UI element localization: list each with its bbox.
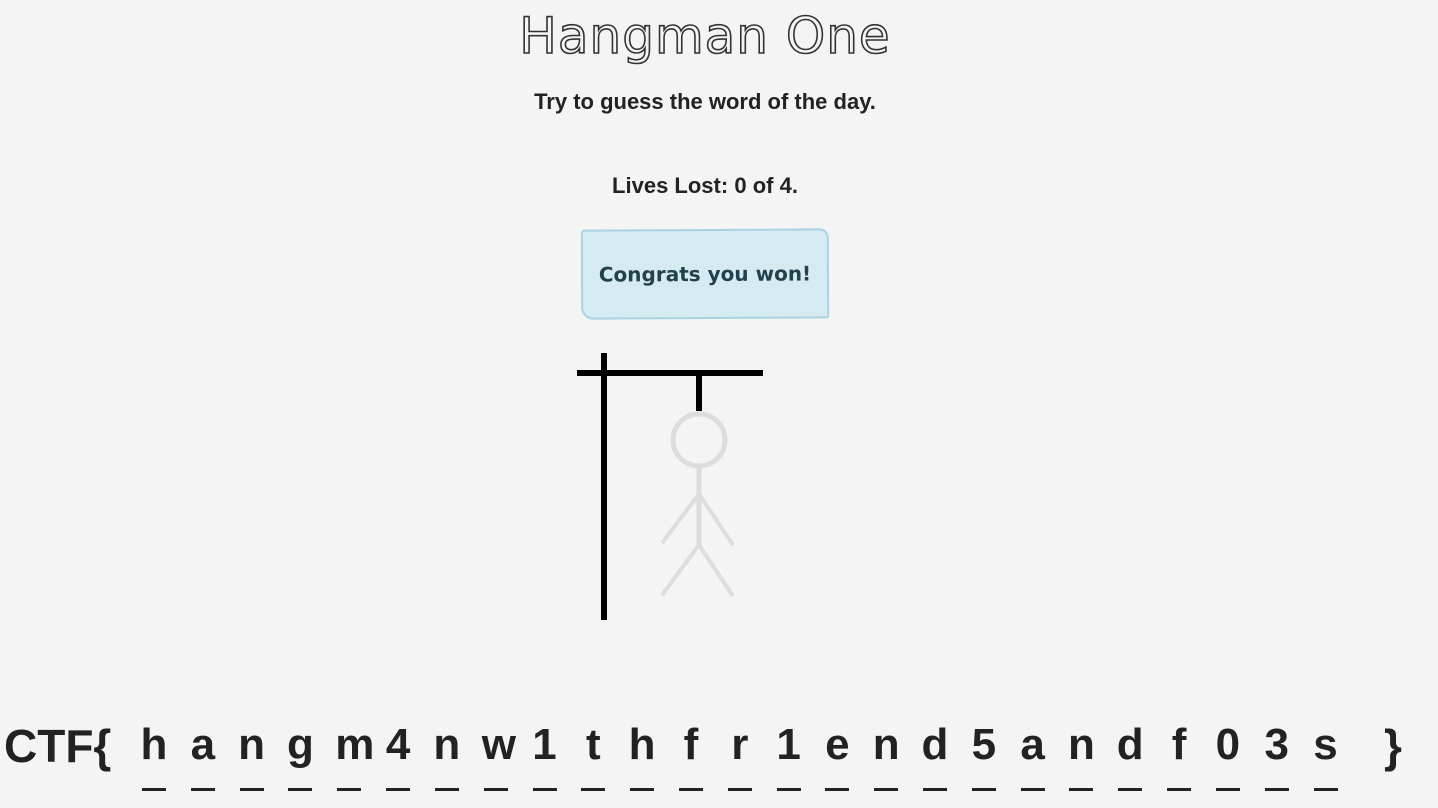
guessed-letter: 5	[971, 720, 997, 769]
letter-slot: 1	[773, 716, 823, 796]
letter-slot: d	[919, 716, 969, 796]
hangman-drawing	[577, 353, 763, 620]
word-display: CTF{ hangm4nw1thfr1end5andf03s }	[4, 716, 1434, 796]
letter-underline	[825, 788, 850, 791]
letter-underline	[1118, 788, 1143, 791]
lives-counter: Lives Lost: 0 of 4.	[0, 173, 1410, 199]
guessed-letter: 1	[776, 720, 801, 769]
guessed-letter: t	[585, 720, 601, 769]
letter-underline	[1069, 788, 1094, 791]
guessed-letter: g	[286, 720, 314, 769]
letter-slot: t	[577, 716, 627, 796]
figure-left-arm	[660, 492, 701, 545]
guessed-letter: e	[825, 720, 850, 769]
letter-slot: m	[333, 716, 383, 796]
letter-slot: r	[724, 716, 774, 796]
letter-underline	[239, 788, 264, 791]
letter-underline	[630, 788, 655, 791]
letter-slot: d	[1114, 716, 1164, 796]
lives-lost-value: 0	[734, 173, 747, 198]
letter-underline	[1313, 788, 1338, 791]
letter-slot: f	[675, 716, 725, 796]
letter-underline	[727, 788, 752, 791]
letter-underline	[337, 788, 362, 791]
game-subtitle: Try to guess the word of the day.	[534, 89, 876, 114]
guessed-letter: d	[921, 720, 949, 769]
letter-underline	[288, 788, 313, 791]
letter-underline	[190, 788, 215, 791]
letter-underline	[1020, 788, 1045, 791]
letter-slot: 4	[382, 716, 432, 796]
guessed-letter: s	[1313, 720, 1338, 769]
letter-underline	[581, 788, 606, 791]
lives-total-value: 4.	[779, 173, 798, 198]
letter-slot: h	[138, 716, 188, 796]
guessed-letter: n	[433, 720, 461, 769]
letter-underline	[923, 788, 947, 791]
figure-right-arm	[697, 492, 735, 547]
guessed-letter: 4	[385, 720, 411, 769]
letter-slot: w	[480, 716, 530, 796]
letter-slot: g	[284, 716, 334, 796]
guessed-letter: w	[481, 720, 516, 769]
guessed-letter: f	[1171, 720, 1187, 769]
letter-underline	[1215, 788, 1240, 791]
letter-slot: 1	[529, 716, 579, 796]
guessed-letter: h	[628, 720, 656, 769]
guessed-letter: 0	[1215, 720, 1241, 769]
letter-slot: h	[626, 716, 676, 796]
guessed-letter: d	[1116, 720, 1144, 769]
letter-underline	[142, 788, 166, 791]
letter-slot: s	[1310, 716, 1360, 796]
guessed-letter: n	[1067, 720, 1095, 769]
game-title: Hangman One	[518, 6, 891, 66]
letter-slot: 3	[1261, 716, 1311, 796]
letter-slot: f	[1163, 716, 1213, 796]
lives-label: Lives Lost:	[612, 173, 729, 198]
letter-underline	[532, 788, 557, 791]
guessed-letter: n	[238, 720, 266, 769]
letter-slot: n	[870, 716, 920, 796]
guessed-letter: a	[1020, 720, 1045, 769]
figure-right-leg	[697, 543, 735, 598]
win-message: Congrats you won!	[580, 228, 830, 320]
guessed-letter: m	[335, 720, 375, 769]
letter-slot: n	[431, 716, 481, 796]
lives-separator: of	[752, 173, 774, 198]
word-prefix: CTF{	[4, 720, 112, 772]
letter-underline	[874, 788, 899, 791]
figure-head	[670, 411, 728, 469]
letter-slot: n	[236, 716, 286, 796]
guessed-letter: h	[140, 720, 168, 769]
letter-underline	[434, 788, 459, 791]
letter-underline	[678, 788, 703, 791]
letter-underline	[1264, 788, 1289, 791]
letter-underline	[386, 788, 411, 791]
guessed-letter: 3	[1264, 720, 1289, 769]
guessed-letter: a	[190, 720, 216, 769]
letter-slot: a	[187, 716, 237, 796]
letter-underline	[1167, 788, 1192, 791]
letter-slot: e	[821, 716, 871, 796]
letter-slot: 5	[968, 716, 1018, 796]
guessed-letter: f	[683, 720, 699, 769]
letter-underline	[483, 788, 508, 791]
guessed-letter: r	[731, 720, 749, 769]
letter-slots: hangm4nw1thfr1end5andf03s	[138, 716, 1358, 796]
letter-slot: 0	[1212, 716, 1262, 796]
figure-left-leg	[660, 543, 701, 597]
guessed-letter: n	[872, 720, 900, 769]
letter-slot: n	[1065, 716, 1115, 796]
word-suffix: }	[1384, 720, 1402, 772]
letter-slot: a	[1017, 716, 1067, 796]
letter-underline	[776, 788, 801, 791]
letter-underline	[971, 788, 996, 791]
guessed-letter: 1	[532, 720, 557, 769]
